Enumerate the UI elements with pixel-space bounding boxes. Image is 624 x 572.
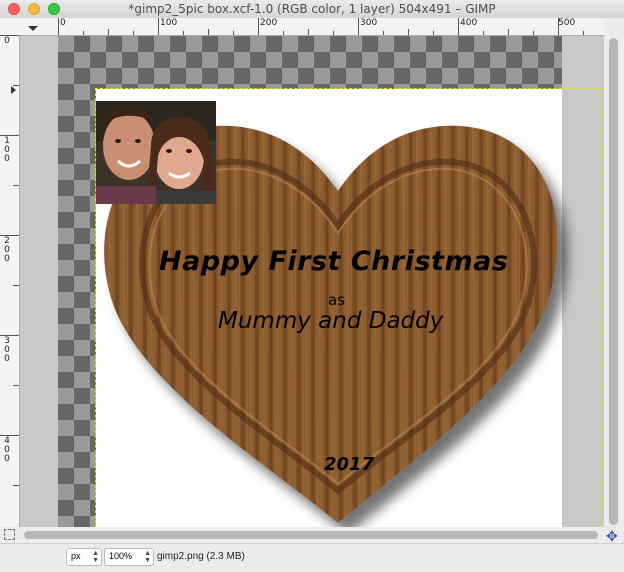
year-text: 2017 [324, 454, 375, 475]
title-bar: *gimp2_5pic box.xcf-1.0 (RGB color, 1 la… [0, 0, 624, 19]
spinner-arrows-icon: ▲ ▼ [92, 550, 99, 564]
zoom-selector[interactable]: 100% ▲ ▼ [104, 548, 154, 566]
couple-photo [96, 101, 216, 204]
v-ruler-label: 100 [4, 136, 10, 164]
status-bar: px ▲ ▼ 100% ▲ ▼ gimp2.png (2.3 MB) [0, 543, 624, 572]
vertical-scroll-thumb[interactable] [609, 38, 618, 525]
unit-selector[interactable]: px ▲ ▼ [66, 548, 102, 566]
horizontal-ruler[interactable]: 0 100 200 300 400 500 [58, 18, 604, 36]
horizontal-scrollbar[interactable] [20, 527, 604, 543]
zoom-value: 100% [109, 551, 133, 561]
as-text: as [328, 291, 346, 309]
window-title: *gimp2_5pic box.xcf-1.0 (RGB color, 1 la… [128, 2, 496, 16]
v-ruler-label: 300 [4, 336, 10, 364]
v-ruler-label: 400 [4, 436, 10, 464]
unit-value: px [71, 551, 81, 561]
image-menu-icon[interactable] [28, 26, 38, 31]
vertical-scrollbar[interactable] [604, 18, 624, 527]
quick-mask-icon[interactable] [4, 529, 15, 540]
h-ruler-ticks [58, 18, 584, 35]
parents-text: Mummy and Daddy [218, 308, 444, 334]
v-ruler-label: 200 [4, 236, 10, 264]
file-info: gimp2.png (2.3 MB) [157, 551, 245, 562]
horizontal-scroll-thumb[interactable] [24, 531, 598, 539]
pointer-marker-icon [11, 86, 16, 94]
greeting-text: Happy First Christmas [159, 246, 509, 277]
spinner-arrows-icon: ▲ ▼ [144, 550, 151, 564]
image-canvas[interactable]: Happy First Christmas as Mummy and Daddy… [20, 36, 604, 527]
v-ruler-label: 0 [4, 36, 10, 46]
vertical-ruler[interactable]: 0 100 200 300 400 [0, 35, 20, 527]
couple-photo-image [96, 101, 216, 204]
